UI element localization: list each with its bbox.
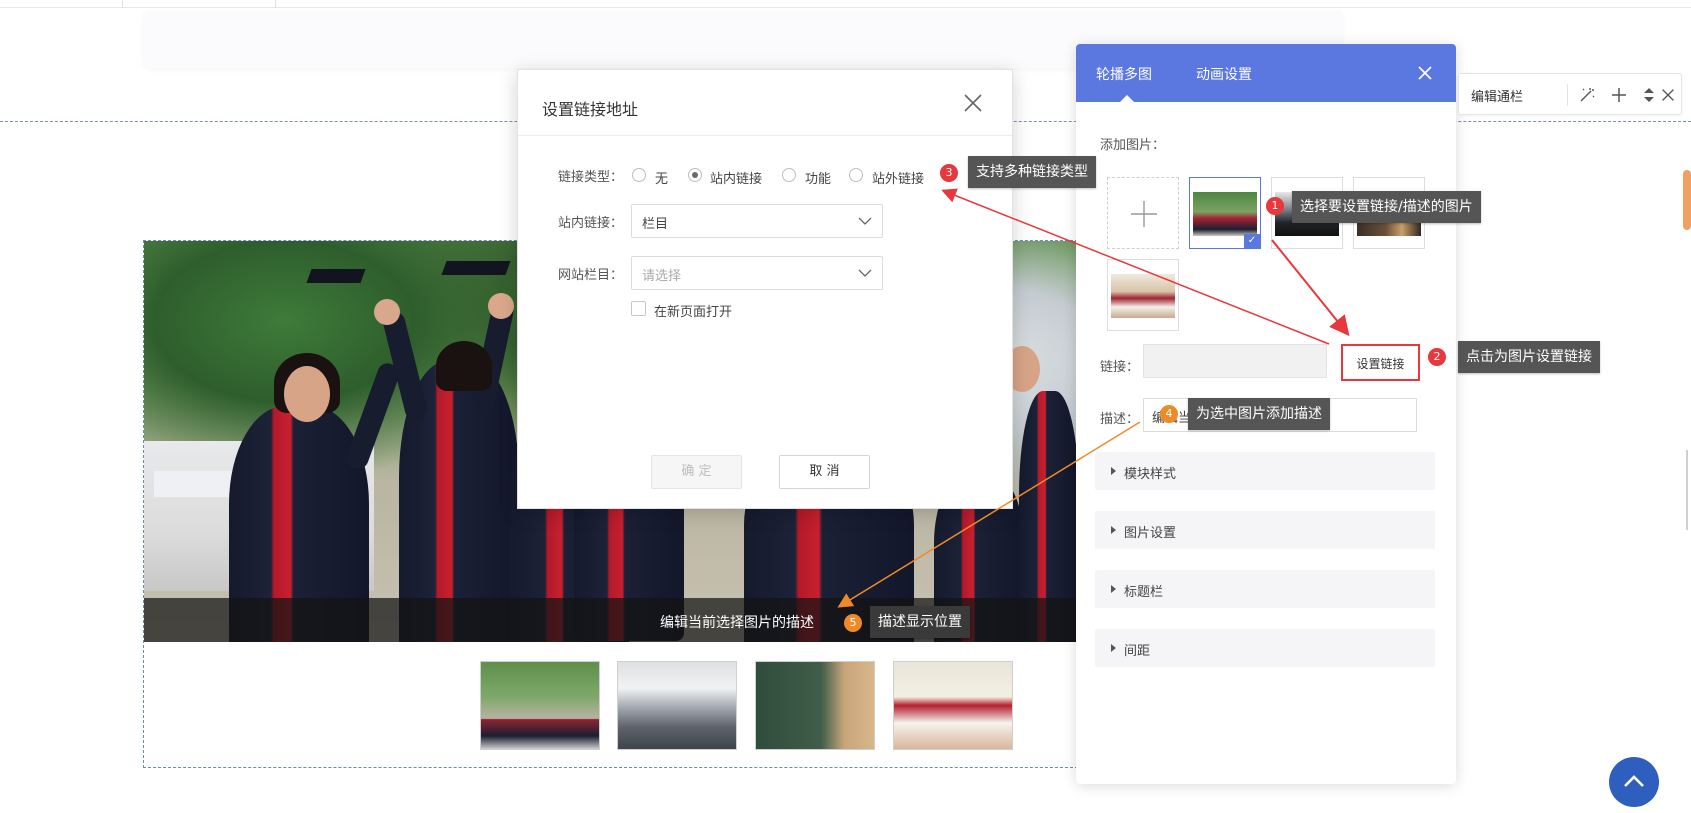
close-icon[interactable]	[962, 92, 984, 114]
carousel-thumbnail[interactable]	[893, 661, 1013, 750]
chevron-down-icon	[858, 217, 872, 225]
section-label: 标题栏	[1124, 585, 1164, 600]
tip-set-link: 点击为图片设置链接	[1458, 341, 1600, 373]
scrollbar-track	[1686, 450, 1688, 530]
carousel-thumbnail[interactable]	[480, 661, 600, 750]
hand-shape	[374, 299, 400, 325]
banner-toolbar: 编辑通栏	[1458, 73, 1682, 115]
section-label: 间距	[1124, 644, 1151, 659]
step-badge-4: 4	[1160, 405, 1178, 423]
caret-right-icon	[1111, 585, 1116, 593]
tip-add-description: 为选中图片添加描述	[1188, 398, 1330, 430]
radio-function-label[interactable]: 功能	[805, 168, 831, 187]
dialog-divider	[518, 135, 1012, 136]
open-new-page-label[interactable]: 在新页面打开	[654, 301, 732, 320]
tip-caption-position: 描述显示位置	[870, 606, 970, 638]
internal-link-label: 站内链接：	[558, 216, 624, 231]
tip-select-image: 选择要设置链接/描述的图片	[1292, 191, 1481, 223]
caret-right-icon	[1111, 644, 1116, 652]
open-new-page-checkbox[interactable]	[631, 301, 646, 316]
site-column-placeholder: 请选择	[642, 269, 682, 284]
radio-internal-link[interactable]	[688, 168, 702, 182]
section-title-bar[interactable]: 标题栏	[1095, 570, 1435, 608]
tip-link-types: 支持多种链接类型	[968, 156, 1096, 188]
students-photo-thumb	[1111, 274, 1175, 318]
face-shape	[284, 366, 330, 422]
panel-image-thumbnail[interactable]: ✓	[1189, 177, 1261, 249]
site-column-select[interactable]: 请选择	[631, 256, 883, 290]
set-link-button[interactable]: 设置链接	[1341, 344, 1420, 381]
back-to-top-button[interactable]	[1609, 757, 1659, 807]
link-type-label: 链接类型：	[558, 170, 624, 185]
internal-link-value: 栏目	[642, 217, 669, 232]
step-badge-3: 3	[940, 164, 958, 182]
tab-animation-settings[interactable]: 动画设置	[1196, 64, 1252, 84]
radio-internal-link-label[interactable]: 站内链接	[710, 168, 762, 187]
hand-shape	[488, 293, 514, 319]
panel-image-thumbnail[interactable]	[1107, 259, 1179, 331]
active-tab-indicator	[1120, 95, 1134, 102]
link-label: 链接：	[1100, 360, 1140, 375]
plus-icon	[1131, 201, 1157, 227]
cancel-button[interactable]: 取 消	[779, 455, 870, 489]
carousel-thumbnail[interactable]	[617, 661, 737, 750]
section-spacing[interactable]: 间距	[1095, 629, 1435, 667]
radio-external-link[interactable]	[849, 168, 863, 182]
step-badge-2: 2	[1428, 348, 1446, 366]
radio-none[interactable]	[632, 168, 646, 182]
plus-icon[interactable]	[1609, 85, 1629, 105]
radio-function[interactable]	[782, 168, 796, 182]
step-badge-5: 5	[844, 614, 862, 632]
carousel-thumbnail[interactable]	[755, 661, 875, 750]
step-badge-1: 1	[1266, 197, 1284, 215]
mortarboard-shape	[441, 261, 511, 275]
chevron-down-icon	[858, 269, 872, 277]
toolbar-divider	[1567, 84, 1568, 106]
section-image-settings[interactable]: 图片设置	[1095, 511, 1435, 549]
caption-text: 编辑当前选择图片的描述	[660, 615, 814, 631]
top-bar	[0, 0, 1691, 8]
move-updown-icon[interactable]	[1639, 85, 1659, 105]
close-icon[interactable]	[1659, 85, 1677, 105]
description-label: 描述：	[1100, 412, 1140, 427]
panel-header: 轮播多图 动画设置	[1076, 44, 1456, 102]
graduation-photo-thumb	[1193, 192, 1257, 236]
caret-right-icon	[1111, 526, 1116, 534]
dialog-title: 设置链接地址	[542, 100, 639, 119]
radio-none-label[interactable]: 无	[655, 168, 668, 187]
tab-carousel-images[interactable]: 轮播多图	[1096, 64, 1152, 84]
edit-banner-button[interactable]: 编辑通栏	[1471, 86, 1523, 105]
section-module-style[interactable]: 模块样式	[1095, 452, 1435, 490]
section-label: 模块样式	[1124, 467, 1177, 482]
site-column-label: 网站栏目：	[558, 268, 624, 283]
section-label: 图片设置	[1124, 526, 1177, 541]
hair-shape	[436, 341, 492, 391]
add-image-label: 添加图片：	[1100, 138, 1166, 153]
confirm-button[interactable]: 确 定	[651, 455, 742, 489]
link-input[interactable]	[1143, 344, 1327, 378]
top-bar-divider	[275, 0, 276, 8]
check-icon: ✓	[1244, 234, 1260, 248]
chevron-up-icon	[1624, 775, 1644, 787]
close-icon[interactable]	[1416, 64, 1434, 82]
caret-right-icon	[1111, 467, 1116, 475]
mortarboard-shape	[306, 269, 366, 283]
top-bar-divider	[122, 0, 123, 8]
set-link-dialog: 设置链接地址 链接类型： 无 站内链接 功能 站外链接 站内链接： 栏目 网站栏…	[517, 69, 1013, 509]
magic-wand-icon[interactable]	[1577, 85, 1597, 105]
set-link-button-label: 设置链接	[1356, 357, 1405, 371]
internal-link-select[interactable]: 栏目	[631, 204, 883, 238]
radio-external-link-label[interactable]: 站外链接	[872, 168, 924, 187]
scrollbar-thumb[interactable]	[1683, 170, 1691, 230]
add-image-button[interactable]	[1107, 177, 1179, 249]
